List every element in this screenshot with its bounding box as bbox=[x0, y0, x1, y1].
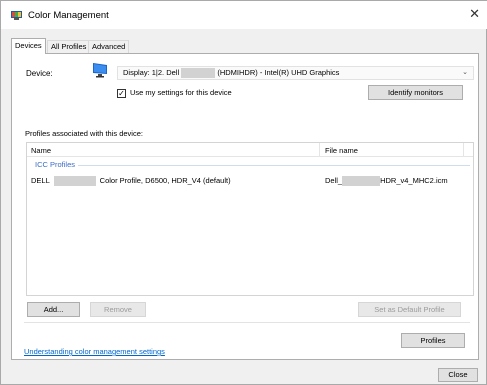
close-button[interactable]: Close bbox=[438, 368, 478, 382]
title-bar[interactable]: Color Management ✕ bbox=[1, 1, 487, 29]
redacted-region bbox=[53, 176, 96, 187]
color-management-icon bbox=[11, 11, 22, 20]
device-select[interactable]: Display: 1|2. Dell (HDMIHDR) - Intel(R) … bbox=[117, 66, 474, 80]
add-button[interactable]: Add... bbox=[27, 302, 80, 317]
close-icon[interactable]: ✕ bbox=[469, 7, 480, 21]
profile-file: Dell_ HDR_v4_MHC2.icm bbox=[325, 176, 448, 187]
devices-panel: Device: Display: 1|2. Dell (HDMIHDR) - I… bbox=[11, 53, 479, 360]
device-label: Device: bbox=[26, 69, 53, 78]
window-title: Color Management bbox=[28, 10, 109, 21]
color-management-window: Color Management ✕ Devices All Profiles … bbox=[0, 0, 487, 385]
list-header: Name File name bbox=[27, 143, 473, 157]
tab-advanced[interactable]: Advanced bbox=[88, 40, 130, 53]
device-select-suffix: (HDMIHDR) - Intel(R) UHD Graphics bbox=[217, 68, 340, 77]
redacted-region bbox=[342, 176, 381, 187]
group-divider bbox=[78, 165, 470, 166]
set-default-profile-button[interactable]: Set as Default Profile bbox=[358, 302, 461, 317]
column-file-header[interactable]: File name bbox=[325, 146, 358, 155]
remove-button[interactable]: Remove bbox=[90, 302, 146, 317]
use-settings-checkbox[interactable]: ✓ bbox=[117, 89, 126, 98]
profile-name: DELL Color Profile, D6500, HDR_V4 (defau… bbox=[31, 176, 231, 187]
profile-file-suffix: HDR_v4_MHC2.icm bbox=[380, 176, 448, 185]
monitor-icon bbox=[93, 63, 107, 78]
profiles-button[interactable]: Profiles bbox=[401, 333, 465, 348]
profile-name-prefix: DELL bbox=[31, 176, 50, 185]
redacted-region bbox=[181, 68, 216, 79]
tab-all-profiles[interactable]: All Profiles bbox=[47, 40, 91, 53]
profiles-section-label: Profiles associated with this device: bbox=[25, 129, 143, 138]
tab-devices[interactable]: Devices bbox=[11, 38, 46, 54]
column-divider[interactable] bbox=[319, 143, 320, 157]
profile-file-prefix: Dell_ bbox=[325, 176, 343, 185]
section-divider bbox=[24, 322, 470, 323]
device-select-prefix: Display: 1|2. Dell bbox=[123, 68, 180, 77]
column-divider[interactable] bbox=[463, 143, 464, 157]
column-name-header[interactable]: Name bbox=[31, 146, 51, 155]
identify-monitors-button[interactable]: Identify monitors bbox=[368, 85, 463, 100]
use-settings-label[interactable]: Use my settings for this device bbox=[130, 88, 232, 97]
help-link[interactable]: Understanding color management settings bbox=[24, 347, 165, 356]
profiles-list[interactable]: Name File name ICC Profiles DELL Color P… bbox=[26, 142, 474, 296]
profile-name-suffix: Color Profile, D6500, HDR_V4 (default) bbox=[99, 176, 231, 185]
checkmark-icon: ✓ bbox=[118, 89, 125, 98]
icc-profiles-group: ICC Profiles bbox=[35, 160, 76, 169]
chevron-down-icon: ⌄ bbox=[462, 69, 468, 76]
